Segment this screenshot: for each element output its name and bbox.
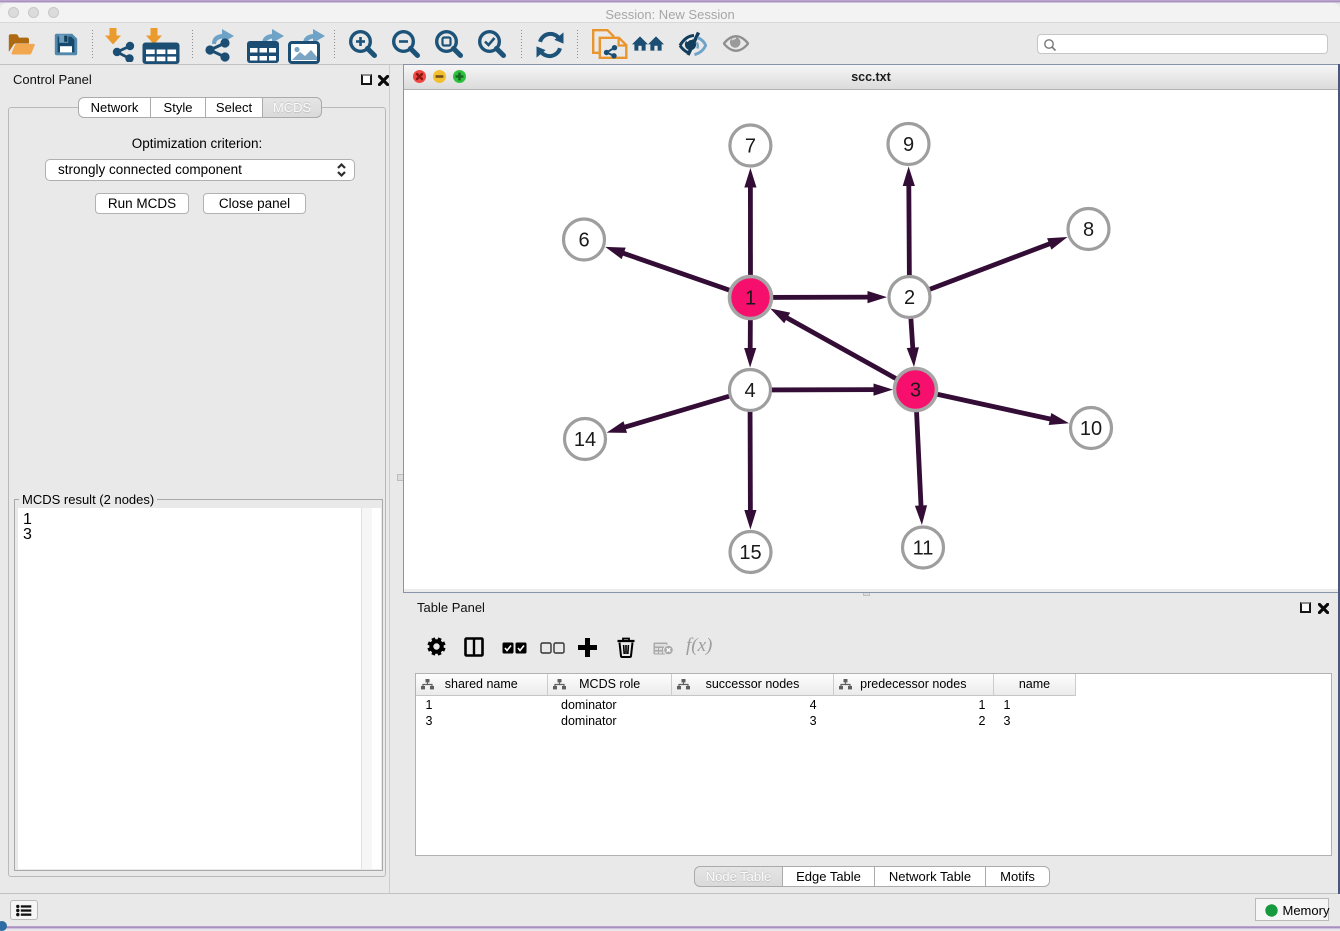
svg-text:2: 2 bbox=[904, 287, 915, 309]
svg-text:7: 7 bbox=[745, 136, 756, 158]
svg-text:4: 4 bbox=[744, 380, 755, 402]
svg-text:6: 6 bbox=[578, 230, 589, 252]
svg-text:11: 11 bbox=[913, 538, 934, 560]
svg-text:10: 10 bbox=[1080, 418, 1102, 440]
svg-text:8: 8 bbox=[1083, 219, 1094, 241]
svg-text:14: 14 bbox=[574, 429, 596, 451]
svg-text:1: 1 bbox=[745, 288, 756, 310]
svg-text:3: 3 bbox=[910, 380, 921, 402]
svg-text:9: 9 bbox=[903, 134, 914, 156]
svg-text:15: 15 bbox=[739, 542, 761, 564]
